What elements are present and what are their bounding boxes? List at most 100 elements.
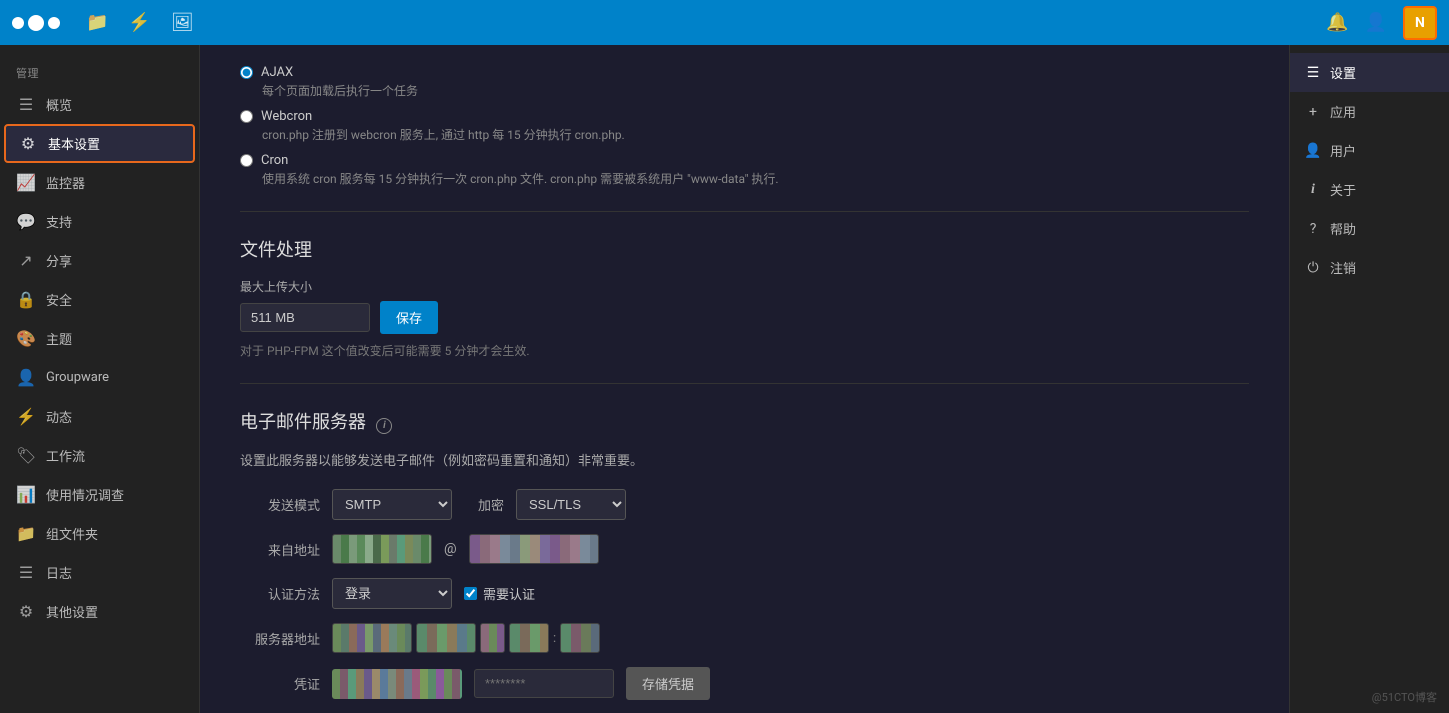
from-name-input[interactable] bbox=[332, 534, 432, 564]
store-credentials-button[interactable]: 存储凭据 bbox=[626, 667, 710, 700]
sidebar-item-groupware[interactable]: 👤 Groupware bbox=[0, 358, 199, 397]
cron-webcron-radio[interactable] bbox=[240, 110, 253, 123]
other-icon: ⚙ bbox=[16, 602, 36, 621]
sidebar-item-support[interactable]: 💬 支持 bbox=[0, 202, 199, 241]
right-sidebar-item-apps[interactable]: + 应用 bbox=[1290, 92, 1449, 131]
right-about-icon: i bbox=[1304, 182, 1322, 198]
right-label-logout: 注销 bbox=[1330, 258, 1356, 277]
folder-icon[interactable]: 📁 bbox=[86, 12, 108, 33]
sidebar-item-share[interactable]: ↗ 分享 bbox=[0, 241, 199, 280]
sidebar-item-usage[interactable]: 📊 使用情况调查 bbox=[0, 475, 199, 514]
encrypt-select[interactable]: SSL/TLS STARTTLS None bbox=[516, 489, 626, 520]
cron-cron-item: Cron 使用系统 cron 服务每 15 分钟执行一次 cron.php 文件… bbox=[240, 153, 1249, 187]
server-host-input[interactable] bbox=[332, 623, 412, 653]
log-icon: ☰ bbox=[16, 563, 36, 582]
lightning-icon[interactable]: ⚡ bbox=[128, 12, 150, 33]
cron-webcron-item: Webcron cron.php 注册到 webcron 服务上, 通过 htt… bbox=[240, 109, 1249, 143]
file-handling-title: 文件处理 bbox=[240, 236, 1249, 262]
sidebar-item-group-folder[interactable]: 📁 组文件夹 bbox=[0, 514, 199, 553]
server-sub-input[interactable] bbox=[416, 623, 476, 653]
cron-cron-text: Cron bbox=[261, 153, 288, 168]
right-sidebar-item-about[interactable]: i 关于 bbox=[1290, 170, 1449, 209]
server-address-row: 服务器地址 : bbox=[240, 623, 1249, 653]
sidebar-label-support: 支持 bbox=[46, 212, 72, 231]
right-apps-icon: + bbox=[1304, 104, 1322, 120]
sidebar-item-activity[interactable]: ⚡ 动态 bbox=[0, 397, 199, 436]
image-icon[interactable]: 🖼 bbox=[171, 12, 194, 33]
save-button[interactable]: 保存 bbox=[380, 301, 438, 334]
server-part2-input[interactable] bbox=[480, 623, 505, 653]
server-addr-fields: : bbox=[332, 623, 600, 653]
cron-ajax-label[interactable]: AJAX bbox=[240, 65, 1249, 80]
send-mode-select[interactable]: SMTP sendmail PHP mail bbox=[332, 489, 452, 520]
right-logout-icon: ⏻ bbox=[1304, 260, 1322, 276]
person-icon[interactable]: 👤 bbox=[1365, 12, 1387, 33]
support-icon: 💬 bbox=[16, 212, 36, 231]
logo-circle-1 bbox=[12, 17, 24, 29]
sidebar-label-share: 分享 bbox=[46, 251, 72, 270]
cron-cron-radio[interactable] bbox=[240, 154, 253, 167]
sidebar-label-usage: 使用情况调查 bbox=[46, 485, 124, 504]
sidebar-label-workflow: 工作流 bbox=[46, 446, 85, 465]
email-server-section: 电子邮件服务器 i 设置此服务器以能够发送电子邮件（例如密码重置和通知）非常重要… bbox=[240, 408, 1249, 700]
right-sidebar: ☰ 设置 + 应用 👤 用户 i 关于 ? 帮助 ⏻ 注销 bbox=[1289, 45, 1449, 713]
auth-method-select[interactable]: 登录 Plain bbox=[332, 578, 452, 609]
user-avatar[interactable]: N bbox=[1403, 6, 1437, 40]
file-handling-hint: 对于 PHP-FPM 这个值改变后可能需要 5 分钟才会生效. bbox=[240, 342, 1249, 359]
right-sidebar-item-settings[interactable]: ☰ 设置 bbox=[1290, 53, 1449, 92]
divider-2 bbox=[240, 383, 1249, 384]
sidebar-label-security: 安全 bbox=[46, 290, 72, 309]
send-mode-row: 发送模式 SMTP sendmail PHP mail 加密 SSL/TLS S… bbox=[240, 489, 1249, 520]
right-label-users: 用户 bbox=[1330, 141, 1356, 160]
sidebar-section-title: 管理 bbox=[0, 53, 199, 85]
watermark: @51CTO博客 bbox=[1372, 689, 1437, 705]
server-part3-input[interactable] bbox=[509, 623, 549, 653]
workflow-icon: 🏷 bbox=[16, 446, 36, 465]
sidebar-item-workflow[interactable]: 🏷 工作流 bbox=[0, 436, 199, 475]
cron-ajax-item: AJAX 每个页面加载后执行一个任务 bbox=[240, 65, 1249, 99]
cron-webcron-label[interactable]: Webcron bbox=[240, 109, 1249, 124]
bell-icon[interactable]: 🔔 bbox=[1326, 12, 1348, 33]
from-address-label: 来自地址 bbox=[240, 540, 320, 559]
logo-circle-2 bbox=[28, 15, 44, 31]
logo[interactable] bbox=[12, 15, 60, 31]
right-sidebar-item-help[interactable]: ? 帮助 bbox=[1290, 209, 1449, 248]
sidebar-label-overview: 概览 bbox=[46, 95, 72, 114]
cron-webcron-desc: cron.php 注册到 webcron 服务上, 通过 http 每 15 分… bbox=[262, 126, 1249, 143]
cron-ajax-radio[interactable] bbox=[240, 66, 253, 79]
credential-password-input[interactable] bbox=[474, 669, 614, 698]
sidebar-item-monitor[interactable]: 📈 监控器 bbox=[0, 163, 199, 202]
auth-method-label: 认证方法 bbox=[240, 584, 320, 603]
max-upload-input[interactable] bbox=[240, 303, 370, 332]
usage-icon: 📊 bbox=[16, 485, 36, 504]
right-label-about: 关于 bbox=[1330, 180, 1356, 199]
right-sidebar-item-users[interactable]: 👤 用户 bbox=[1290, 131, 1449, 170]
need-auth-checkbox[interactable] bbox=[464, 587, 477, 600]
right-sidebar-item-logout[interactable]: ⏻ 注销 bbox=[1290, 248, 1449, 287]
sidebar-item-other[interactable]: ⚙ 其他设置 bbox=[0, 592, 199, 631]
email-info-icon[interactable]: i bbox=[376, 418, 392, 434]
sidebar-item-security[interactable]: 🔒 安全 bbox=[0, 280, 199, 319]
sidebar-item-theme[interactable]: 🎨 主题 bbox=[0, 319, 199, 358]
auth-method-row: 认证方法 登录 Plain 需要认证 bbox=[240, 578, 1249, 609]
nav-icons: 📁 ⚡ 🖼 bbox=[86, 12, 194, 33]
send-mode-label: 发送模式 bbox=[240, 495, 320, 514]
sidebar-label-log: 日志 bbox=[46, 563, 72, 582]
logo-circle-3 bbox=[48, 17, 60, 29]
sidebar-item-log[interactable]: ☰ 日志 bbox=[0, 553, 199, 592]
server-port-input[interactable] bbox=[560, 623, 600, 653]
sidebar-item-overview[interactable]: ☰ 概览 bbox=[0, 85, 199, 124]
main-layout: 管理 ☰ 概览 ⚙ 基本设置 📈 监控器 💬 支持 ↗ 分享 🔒 安全 🎨 主题 bbox=[0, 45, 1449, 713]
right-label-apps: 应用 bbox=[1330, 102, 1356, 121]
theme-icon: 🎨 bbox=[16, 329, 36, 348]
sidebar-label-monitor: 监控器 bbox=[46, 173, 85, 192]
right-label-help: 帮助 bbox=[1330, 219, 1356, 238]
at-symbol: @ bbox=[444, 541, 457, 557]
sidebar-item-basic-settings[interactable]: ⚙ 基本设置 bbox=[4, 124, 195, 163]
from-domain-input[interactable] bbox=[469, 534, 599, 564]
need-auth-label[interactable]: 需要认证 bbox=[464, 584, 535, 603]
settings-icon: ⚙ bbox=[18, 134, 38, 153]
cron-cron-label[interactable]: Cron bbox=[240, 153, 1249, 168]
groupware-icon: 👤 bbox=[16, 368, 36, 387]
credential-user-input[interactable] bbox=[332, 669, 462, 699]
